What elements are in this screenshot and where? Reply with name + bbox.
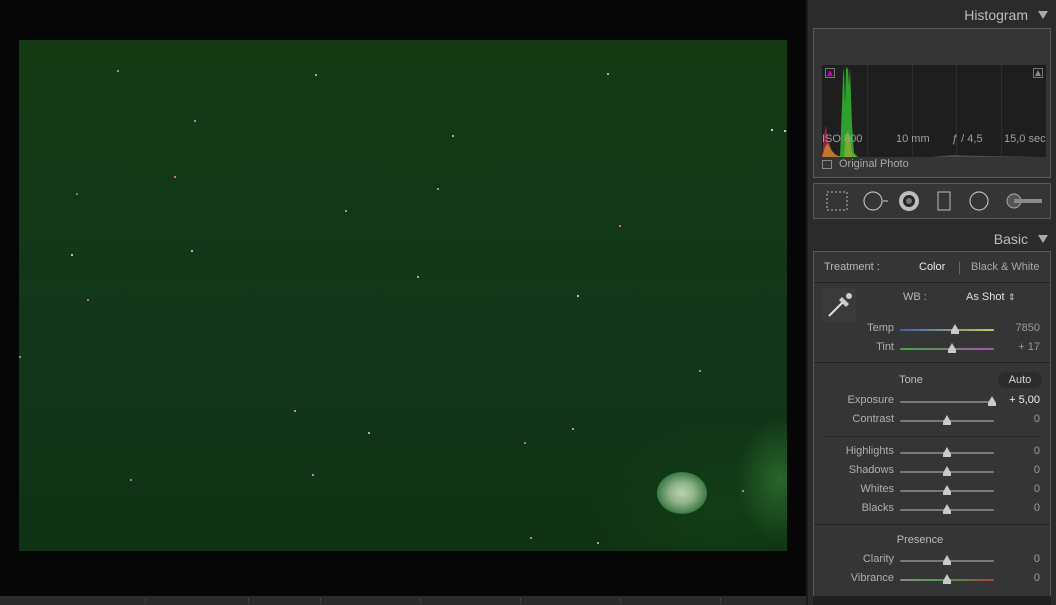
star [87,299,89,301]
slider-label-exposure: Exposure [847,394,894,406]
star [368,432,370,434]
aperture-readout: ƒ / 4,5 [952,133,983,145]
star [572,428,574,430]
star [619,225,621,227]
slider-label-shadows: Shadows [848,464,894,476]
star [437,188,439,190]
slider-thumb-blacks[interactable] [943,504,951,514]
star [452,135,454,137]
star [417,276,419,278]
slider-label-tint: Tint [876,341,894,353]
slider-thumb-exposure[interactable] [988,396,997,406]
slider-thumb-clarity[interactable] [943,555,951,565]
crop-overlay-icon [826,191,848,211]
tool-strip [813,183,1051,219]
slider-label-vibrance: Vibrance [850,572,894,584]
wb-label: WB : [903,291,927,303]
panel-scroll-footer[interactable] [813,596,1051,605]
graduated-filter-icon [937,191,951,211]
star [345,210,347,212]
photo-viewer [0,0,806,605]
star [191,250,193,252]
slider-label-clarity: Clarity [862,553,894,565]
slider-value-highlights[interactable]: 0 [996,445,1040,457]
highlight-clipping-icon[interactable] [1033,68,1043,78]
slider-thumb-tint[interactable] [947,343,956,353]
collapse-triangle-icon[interactable] [1038,235,1048,243]
star [19,356,21,358]
histogram-box: ISO 800 10 mm ƒ / 4,5 15,0 sec Original … [813,28,1051,178]
slider-value-clarity[interactable]: 0 [996,553,1040,565]
treatment-color-button[interactable]: Color [919,261,945,273]
radial-filter-icon [969,191,989,211]
focal-length-readout: 10 mm [896,133,930,145]
slider-thumb-vibrance[interactable] [943,574,951,584]
slider-track-exposure[interactable] [900,401,994,403]
treatment-bw-button[interactable]: Black & White [971,261,1039,273]
slider-label-contrast: Contrast [852,413,894,425]
star [194,120,196,122]
star [771,129,773,131]
star [312,474,314,476]
slider-thumb-temp[interactable] [950,324,959,334]
slider-value-vibrance[interactable]: 0 [996,572,1040,584]
star [607,73,609,75]
star [699,370,701,372]
slider-label-blacks: Blacks [861,502,894,514]
slider-thumb-highlights[interactable] [943,447,951,457]
slider-label-temp: Temp [867,322,894,334]
spot-removal-icon [863,191,883,211]
tone-label: Tone [899,374,923,386]
slider-label-whites: Whites [860,483,894,495]
basic-panel: Treatment : Color Black & White WB : As … [813,251,1051,605]
star [530,537,532,539]
original-photo-checkbox[interactable] [822,160,832,169]
slider-value-shadows[interactable]: 0 [996,464,1040,476]
star [597,542,599,544]
slider-value-exposure[interactable]: + 5,00 [996,394,1040,406]
slider-value-tint[interactable]: + 17 [996,341,1040,353]
develop-right-panel: Histogram ISO 800 10 mm ƒ / 4,5 15,0 sec [806,0,1056,605]
shutter-readout: 15,0 sec [1004,133,1046,145]
slider-label-highlights: Highlights [845,445,894,457]
star [742,490,744,492]
star [76,193,78,195]
histogram-title: Histogram [964,7,1028,23]
slider-thumb-contrast[interactable] [943,415,951,425]
star [117,70,119,72]
slider-value-temp[interactable]: 7850 [996,322,1040,334]
star [174,176,176,178]
wb-select[interactable]: As Shot [966,291,1005,303]
shadow-clipping-icon[interactable] [825,68,835,78]
slider-value-whites[interactable]: 0 [996,483,1040,495]
filmstrip-bar[interactable] [0,596,806,605]
iso-readout: ISO 800 [822,133,863,145]
star [524,442,526,444]
slider-track-temp[interactable] [900,329,994,331]
slider-value-blacks[interactable]: 0 [996,502,1040,514]
slider-thumb-shadows[interactable] [943,466,951,476]
basic-title: Basic [993,231,1028,247]
presence-label: Presence [896,534,944,546]
treatment-label: Treatment : [824,261,880,273]
star [130,479,132,481]
star [577,295,579,297]
star [784,130,786,132]
wb-select-arrows-icon[interactable]: ⇕ [1008,292,1016,303]
photo-preview[interactable] [19,40,787,551]
basic-header[interactable]: Basic [808,226,1056,252]
slider-value-contrast[interactable]: 0 [996,413,1040,425]
star [71,254,73,256]
collapse-triangle-icon[interactable] [1038,11,1048,19]
moon-glow [657,472,707,514]
star [315,74,317,76]
auto-tone-button[interactable]: Auto [998,372,1042,388]
original-photo-label: Original Photo [839,158,909,170]
star [294,410,296,412]
slider-thumb-whites[interactable] [943,485,951,495]
histogram-header[interactable]: Histogram [808,2,1056,28]
wb-eyedropper-icon[interactable] [822,288,856,322]
